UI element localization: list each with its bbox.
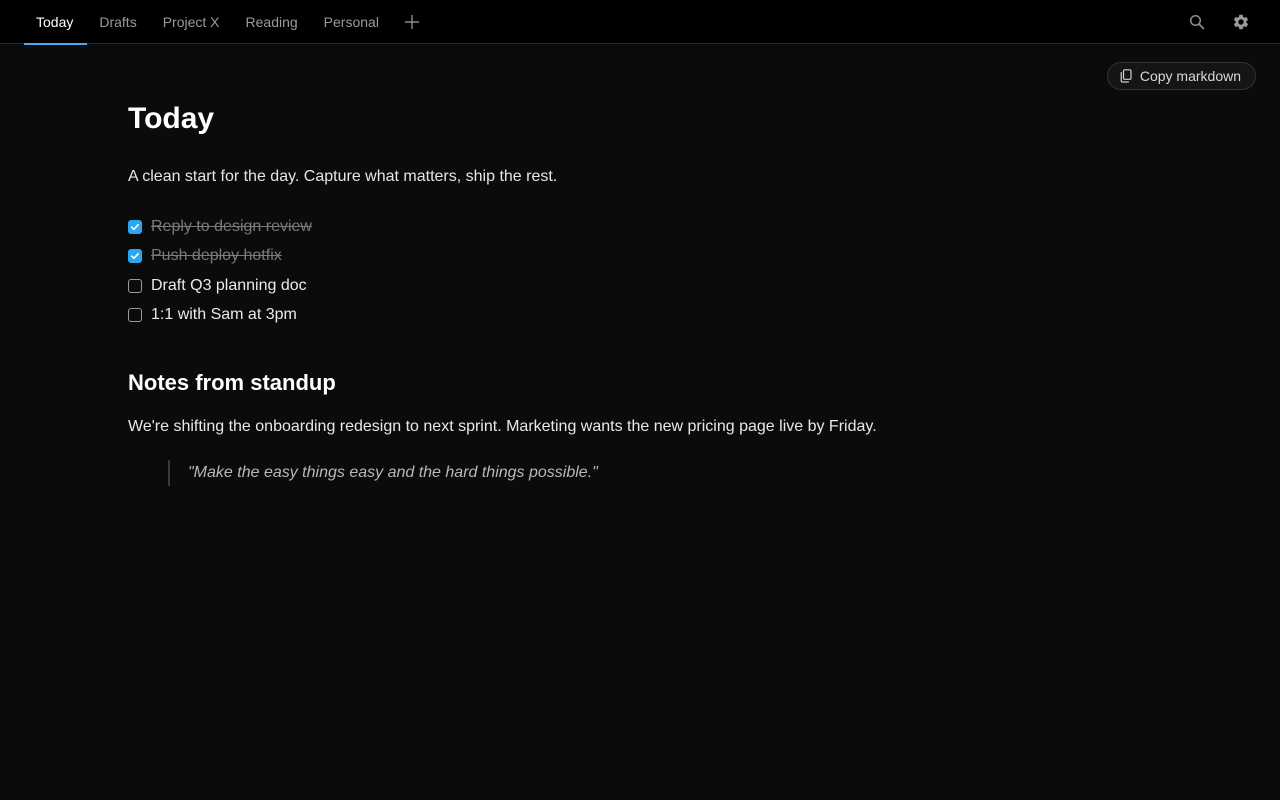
check-icon: [131, 253, 139, 260]
task-checkbox[interactable]: [128, 249, 142, 264]
search-button[interactable]: [1182, 7, 1212, 37]
copy-markdown-label: Copy markdown: [1139, 68, 1241, 84]
document-content: Today A clean start for the day. Capture…: [128, 98, 1028, 486]
copy-markdown-button[interactable]: Copy markdown: [1106, 62, 1256, 90]
section-paragraph: We're shifting the onboarding redesign t…: [128, 418, 877, 435]
intro-paragraph: A clean start for the day. Capture what …: [128, 168, 558, 185]
task-item: Push deploy hotfix: [128, 242, 1028, 272]
task-item: Draft Q3 planning doc: [128, 271, 1028, 301]
copy-icon: [1120, 69, 1132, 83]
add-tab-button[interactable]: [395, 0, 429, 44]
check-icon: [131, 223, 139, 230]
quote-block: "Make the easy things easy and the hard …: [168, 460, 1028, 486]
task-checkbox[interactable]: [128, 219, 142, 234]
task-item: Reply to design review: [128, 212, 1028, 242]
task-item: 1:1 with Sam at 3pm: [128, 301, 1028, 331]
tab-label: Today: [36, 14, 74, 30]
top-actions: [1182, 0, 1256, 44]
top-bar: Today Drafts Project X Reading Personal: [0, 0, 1280, 45]
search-icon: [1189, 14, 1205, 30]
settings-button[interactable]: [1226, 7, 1256, 37]
tab-drafts[interactable]: Drafts: [87, 0, 150, 44]
tab-label: Project X: [162, 14, 220, 30]
task-text: Push deploy hotfix: [151, 247, 282, 265]
tab-today[interactable]: Today: [24, 0, 88, 45]
page-title: Today: [128, 102, 215, 135]
task-text: Reply to design review: [151, 217, 312, 235]
task-checkbox[interactable]: [128, 308, 142, 323]
tab-label: Reading: [245, 14, 298, 30]
task-list: Reply to design review Push deploy hotfi…: [128, 212, 1028, 330]
tab-label: Personal: [323, 14, 379, 30]
gear-icon: [1233, 14, 1249, 30]
tab-label: Drafts: [99, 14, 137, 30]
tab-project-x[interactable]: Project X: [151, 0, 234, 44]
section-heading: Notes from standup: [128, 370, 336, 395]
plus-icon: [404, 14, 420, 30]
tab-reading[interactable]: Reading: [234, 0, 312, 44]
tab-bar: Today Drafts Project X Reading Personal: [24, 0, 429, 45]
tab-personal[interactable]: Personal: [312, 0, 393, 44]
task-text: 1:1 with Sam at 3pm: [151, 306, 297, 324]
task-checkbox[interactable]: [128, 278, 142, 293]
task-text: Draft Q3 planning doc: [151, 276, 307, 294]
